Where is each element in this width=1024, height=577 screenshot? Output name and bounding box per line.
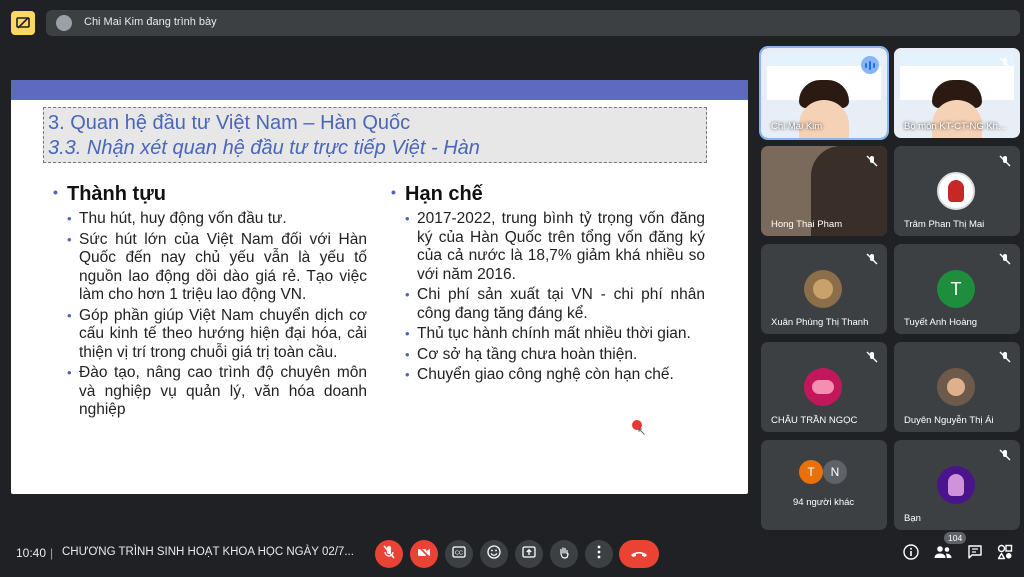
slide-header-band [11,80,748,100]
present-now-button[interactable] [515,540,543,568]
activities-icon [997,544,1013,565]
camera-off-icon [417,544,431,564]
list-item: Thu hút, huy động vốn đầu tư. [53,210,367,229]
avatar [937,368,975,406]
participant-name: CHÂU TRẦN NGỌC [771,415,858,426]
chat-button[interactable] [965,544,985,564]
avatar: N [823,460,847,484]
present-screen-icon [522,545,536,563]
participant-tile[interactable]: Trâm Phan Thị Mai [894,146,1020,236]
participant-name: Xuân Phùng Thị Thanh [771,317,869,328]
mic-off-icon [998,154,1012,168]
more-options-icon [597,545,601,564]
separator: | [50,546,54,560]
end-call-icon [630,545,648,563]
captions-icon: CC [452,545,466,563]
list-item: Chuyển giao công nghệ còn hạn chế. [391,366,705,385]
camera-toggle-button[interactable] [410,540,438,568]
presenter-avatar [56,15,72,31]
bottom-bar: 10:40 | CHƯƠNG TRÌNH SINH HOẠT KHOA HỌC … [0,528,1024,577]
mic-off-icon [865,154,879,168]
people-icon [934,545,952,564]
presenting-text: Chi Mai Kim đang trình bày [84,16,217,28]
list-item: Đào tạo, nâng cao trình độ chuyên môn và… [53,364,367,420]
avatar [937,172,975,210]
emoji-icon [487,544,501,564]
list-item: Thủ tục hành chính mất nhiều thời gian. [391,325,705,344]
participant-name: Bạn [904,513,921,524]
slide-subtitle: 3.3. Nhận xét quan hệ đầu tư trực tiếp V… [48,137,480,159]
mic-toggle-button[interactable] [375,540,403,568]
list-item: Chi phí sản xuất tại VN - chi phí nhân c… [391,286,705,323]
participant-tile[interactable]: Hong Thai Pham [761,146,887,236]
others-tile[interactable]: T N 94 người khác [761,440,887,530]
limitations-column: Hạn chế 2017-2022, trung bình tỷ trọng v… [391,183,705,387]
mouse-cursor-icon: ↖ [637,426,647,438]
mic-off-icon [865,350,879,364]
participant-name: Bộ môn KT-CT-NG Kh... [904,121,1006,132]
avatar: T [937,270,975,308]
participant-tile[interactable]: CHÂU TRẦN NGỌC [761,342,887,432]
avatar [804,270,842,308]
svg-text:CC: CC [455,551,463,557]
reactions-button[interactable] [480,540,508,568]
mic-off-icon [998,252,1012,266]
others-count-label: 94 người khác [793,497,855,508]
limitations-heading: Hạn chế [391,183,705,206]
avatar: T [799,460,823,484]
presenting-banner: Chi Mai Kim đang trình bày [46,10,1020,36]
clock: 10:40 [16,546,47,560]
list-item: 2017-2022, trung bình tỷ trọng vốn đăng … [391,210,705,284]
captions-button[interactable]: CC [445,540,473,568]
participant-tile[interactable]: Chi Mai Kim [759,46,889,140]
list-item: Sức hút lớn của Việt Nam đối với Hàn Quố… [53,231,367,305]
leave-call-button[interactable] [619,540,659,568]
mic-off-icon [998,350,1012,364]
top-bar: Chi Mai Kim đang trình bày [0,0,1024,46]
participant-name: Tuyết Anh Hoàng [904,317,978,328]
chat-icon [967,544,983,565]
list-item: Cơ sở hạ tầng chưa hoàn thiện. [391,346,705,365]
achievements-heading: Thành tựu [53,183,367,206]
present-icon[interactable] [11,11,35,35]
participant-name: Duyên Nguyễn Thị Ái [904,415,994,426]
meet-window: Chi Mai Kim đang trình bày 3. Quan hệ đầ… [0,0,1024,577]
participant-name: Chi Mai Kim [771,121,823,132]
people-button[interactable] [933,544,953,564]
slide-title-box: 3. Quan hệ đầu tư Việt Nam – Hàn Quốc 3.… [43,107,707,163]
participant-name: Trâm Phan Thị Mai [904,219,985,230]
achievements-column: Thành tựu Thu hút, huy động vốn đầu tư. … [53,183,367,422]
speaking-indicator-icon [861,56,879,74]
avatar [804,368,842,406]
meeting-details-button[interactable] [901,543,921,565]
participant-tile[interactable]: Duyên Nguyễn Thị Ái [894,342,1020,432]
activities-button[interactable] [995,544,1015,564]
self-tile[interactable]: Bạn [894,440,1020,530]
participant-count-badge: 104 [944,532,967,544]
more-options-button[interactable] [585,540,613,568]
mic-off-icon [998,448,1012,462]
slide-title: 3. Quan hệ đầu tư Việt Nam – Hàn Quốc [48,112,411,134]
mic-off-icon [865,252,879,266]
mic-off-icon [382,545,396,564]
list-item: Góp phần giúp Việt Nam chuyển dịch cơ cấ… [53,307,367,363]
raise-hand-button[interactable] [550,540,578,568]
meeting-title: CHƯƠNG TRÌNH SINH HOẠT KHOA HỌC NGÀY 02/… [62,546,354,558]
avatar [937,466,975,504]
participant-tile[interactable]: Bộ môn KT-CT-NG Kh... [894,48,1020,138]
raise-hand-icon [557,545,571,564]
info-icon [903,543,919,565]
mic-off-icon [998,56,1012,70]
participant-tile[interactable]: Xuân Phùng Thị Thanh [761,244,887,334]
participant-name: Hong Thai Pham [771,219,843,230]
participant-tile[interactable]: T Tuyết Anh Hoàng [894,244,1020,334]
presentation-slide: 3. Quan hệ đầu tư Việt Nam – Hàn Quốc 3.… [11,80,748,494]
